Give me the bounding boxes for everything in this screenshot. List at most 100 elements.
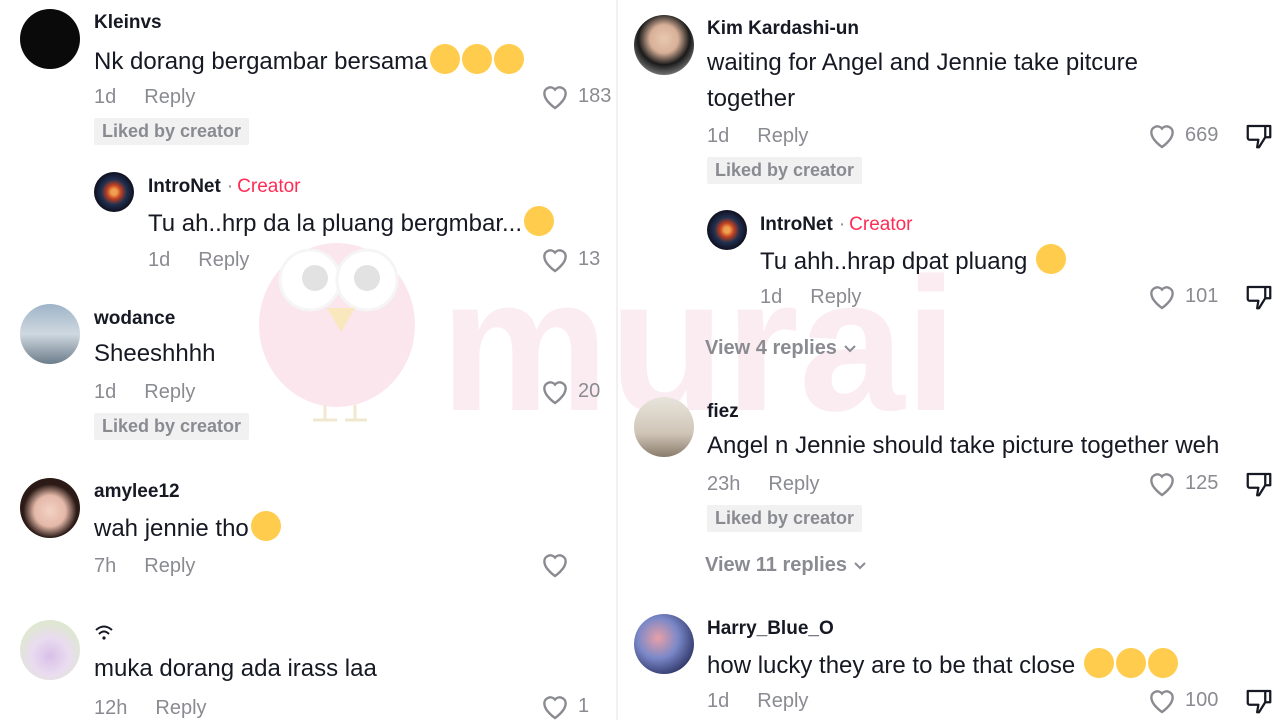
username-text: IntroNet	[760, 214, 833, 235]
reply-button[interactable]: Reply	[144, 86, 195, 108]
comment-time: 12h	[94, 697, 128, 719]
like-count: 13	[578, 247, 601, 270]
avatar[interactable]	[94, 172, 134, 212]
loudly-crying-face-icon	[461, 44, 492, 74]
comment-meta: 7h Reply	[94, 555, 195, 578]
comment-time: 1d	[94, 86, 117, 108]
view-replies-button[interactable]: View 4 replies	[705, 337, 857, 360]
grinning-face-icon	[524, 206, 555, 236]
comment-time: 1d	[707, 125, 730, 147]
comment-username[interactable]: IntroNet · Creator	[148, 176, 301, 198]
bird-icon	[259, 243, 415, 422]
dislike-icon[interactable]	[1244, 121, 1274, 151]
dislike-icon[interactable]	[1244, 469, 1274, 499]
loudly-crying-face-icon	[1115, 648, 1146, 678]
reply-button[interactable]: Reply	[810, 286, 861, 308]
comment-meta: 1d Reply	[94, 381, 195, 404]
comment-meta: 1d Reply	[760, 286, 861, 309]
like-button[interactable]: 183	[538, 80, 611, 112]
comment-username[interactable]: amylee12	[94, 481, 180, 503]
like-count: 125	[1185, 471, 1219, 494]
comment-username[interactable]: Harry_Blue_O	[707, 618, 834, 640]
dislike-icon[interactable]	[1244, 282, 1274, 312]
liked-by-creator-badge: Liked by creator	[94, 413, 250, 440]
comment-username[interactable]: IntroNet · Creator	[760, 214, 913, 236]
avatar[interactable]	[20, 620, 80, 680]
loudly-crying-face-icon	[1083, 648, 1114, 678]
comment-text: wah jennie tho	[94, 511, 281, 547]
heart-icon	[543, 381, 567, 405]
creator-label: Creator	[237, 176, 301, 197]
username-text: IntroNet	[148, 176, 221, 197]
heart-icon	[543, 554, 567, 578]
comment-meta: 23h Reply	[707, 473, 820, 496]
like-button[interactable]	[538, 548, 572, 580]
like-button[interactable]: 125	[1145, 467, 1218, 499]
like-button[interactable]: 101	[1145, 280, 1218, 312]
reply-button[interactable]: Reply	[144, 555, 195, 577]
like-count: 101	[1185, 284, 1219, 307]
comment-username[interactable]: wodance	[94, 308, 175, 330]
like-button[interactable]: 20	[538, 375, 600, 407]
loudly-crying-face-icon	[1147, 648, 1178, 678]
reply-button[interactable]: Reply	[198, 249, 249, 271]
like-button[interactable]: 100	[1145, 684, 1218, 716]
avatar[interactable]	[20, 304, 80, 364]
heart-icon	[1150, 125, 1174, 149]
heart-icon	[1150, 286, 1174, 310]
like-button[interactable]: 669	[1145, 119, 1218, 151]
avatar[interactable]	[20, 478, 80, 538]
comment-text: Nk dorang bergambar bersama	[94, 44, 524, 80]
heart-icon	[543, 249, 567, 273]
reply-button[interactable]: Reply	[144, 381, 195, 403]
comment-text-line2: together	[707, 85, 796, 112]
liked-by-creator-badge: Liked by creator	[707, 157, 863, 184]
separator-dot: ·	[838, 214, 846, 235]
reply-button[interactable]: Reply	[757, 690, 808, 712]
comment-time: 1d	[760, 286, 783, 308]
comment-username[interactable]: Kleinvs	[94, 12, 162, 34]
heart-icon	[1150, 473, 1174, 497]
like-button[interactable]: 1	[538, 690, 589, 722]
like-button[interactable]: 13	[538, 243, 600, 275]
reply-button[interactable]: Reply	[768, 473, 819, 495]
grinning-face-icon	[1036, 244, 1066, 274]
wifi-icon	[95, 625, 113, 640]
comment-time: 23h	[707, 473, 741, 495]
view-replies-label: View 11 replies	[705, 554, 847, 576]
comment-text-content: wah jennie tho	[94, 515, 249, 542]
separator-dot: ·	[226, 176, 234, 197]
comment-time: 1d	[148, 249, 171, 271]
liked-by-creator-badge: Liked by creator	[707, 505, 863, 532]
avatar[interactable]	[634, 614, 694, 674]
chevron-down-icon	[853, 562, 866, 570]
comment-text-content: Tu ah..hrp da la pluang bergmbar...	[148, 210, 523, 237]
heart-icon	[543, 696, 567, 720]
comment-username[interactable]: Kim Kardashi-un	[707, 18, 859, 40]
creator-label: Creator	[849, 214, 913, 235]
view-replies-label: View 4 replies	[705, 337, 837, 359]
avatar[interactable]	[20, 9, 80, 69]
heart-icon	[1150, 690, 1174, 714]
comment-text: Tu ahh..hrap dpat pluang	[760, 244, 1066, 280]
dislike-icon[interactable]	[1244, 686, 1274, 716]
comment-text: muka dorang ada irass laa	[94, 655, 377, 682]
comment-text: Angel n Jennie should take picture toget…	[707, 432, 1220, 459]
comment-text: Sheeshhhh	[94, 340, 216, 367]
comment-time: 7h	[94, 555, 117, 577]
reply-button[interactable]: Reply	[155, 697, 206, 719]
avatar[interactable]	[707, 210, 747, 250]
comment-text-content: Nk dorang bergambar bersama	[94, 48, 428, 75]
like-count: 669	[1185, 123, 1219, 146]
avatar[interactable]	[634, 397, 694, 457]
comment-text-line1: waiting for Angel and Jennie take pitcur…	[707, 49, 1138, 76]
comment-username[interactable]: fiez	[707, 401, 739, 423]
comment-time: 1d	[707, 690, 730, 712]
loudly-crying-face-icon	[493, 44, 524, 74]
comment-username[interactable]	[94, 624, 114, 646]
reply-button[interactable]: Reply	[757, 125, 808, 147]
comment-text: Tu ah..hrp da la pluang bergmbar...	[148, 206, 555, 242]
avatar[interactable]	[634, 15, 694, 75]
comment-text-content: Tu ahh..hrap dpat pluang	[760, 248, 1028, 275]
view-replies-button[interactable]: View 11 replies	[705, 554, 867, 577]
